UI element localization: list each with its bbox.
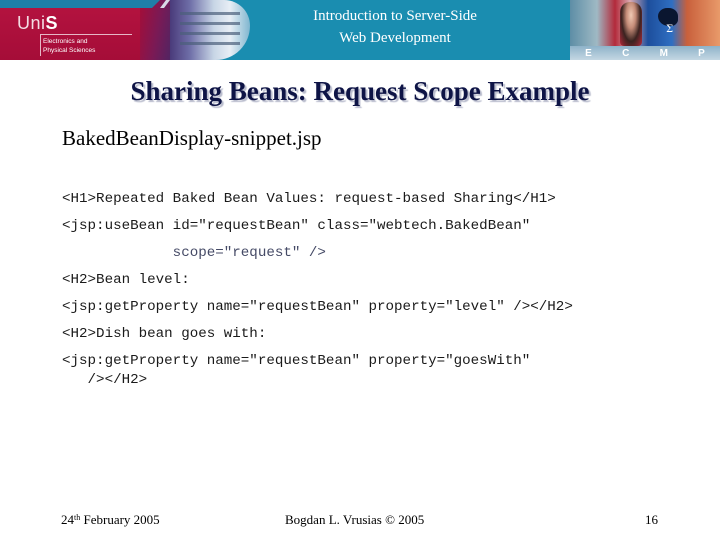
logo-suffix: S [45,13,59,33]
person-photo-icon [620,2,642,46]
footer-author: Bogdan L. Vrusias © 2005 [285,512,425,527]
collage-letter: P [698,48,705,59]
code-line: scope="request" /> [62,245,326,261]
sigma-formula-icon: Σ [666,24,674,35]
logo-divider [40,34,132,35]
code-snippet: <H1>Repeated Baked Bean Values: request-… [62,189,682,389]
code-line: <jsp:getProperty name="requestBean" prop… [62,299,573,315]
footer-date: 24th February 2005 [61,512,160,528]
department-line-1: Electronics and [43,38,88,45]
collage-letter: M [659,48,668,59]
date-rest: February 2005 [80,512,160,527]
course-title-line-2: Web Development [339,30,451,46]
building-stripe [180,12,240,15]
date-day: 24 [61,512,74,527]
course-title-line-1: Introduction to Server-Side [313,8,477,24]
file-name: BakedBeanDisplay-snippet.jsp [62,126,322,150]
code-line: <jsp:getProperty name="requestBean" prop… [62,353,531,369]
logo-divider-vertical [40,34,41,56]
building-stripe [180,42,240,45]
banner-top-strip [0,0,168,8]
collage-letter: E [585,48,592,59]
department-line-2: Physical Sciences [43,47,96,54]
course-title: Introduction to Server-Side Web Developm… [270,5,520,49]
building-stripe [180,32,240,35]
unis-logo: UniS [17,13,58,34]
ecmp-collage-image: Σ E C M P [570,0,720,60]
page-number: 16 [645,512,658,527]
code-line: <H2>Bean level: [62,272,190,288]
code-line: <jsp:useBean id="requestBean" class="web… [62,218,531,234]
header-banner: UniS Electronics and Physical Sciences I… [0,0,720,60]
building-image [170,0,250,60]
building-stripe [180,22,240,25]
slide-title: Sharing Beans: Request Scope Example [130,76,590,106]
collage-letter: C [622,48,630,59]
code-line: <H1>Repeated Baked Bean Values: request-… [62,191,556,207]
logo-prefix: Uni [17,13,46,33]
code-line: /></H2> [62,372,148,388]
department-name: Electronics and Physical Sciences [43,37,95,55]
code-line: <H2>Dish bean goes with: [62,326,267,342]
ecmp-letters: E C M P [570,48,720,59]
